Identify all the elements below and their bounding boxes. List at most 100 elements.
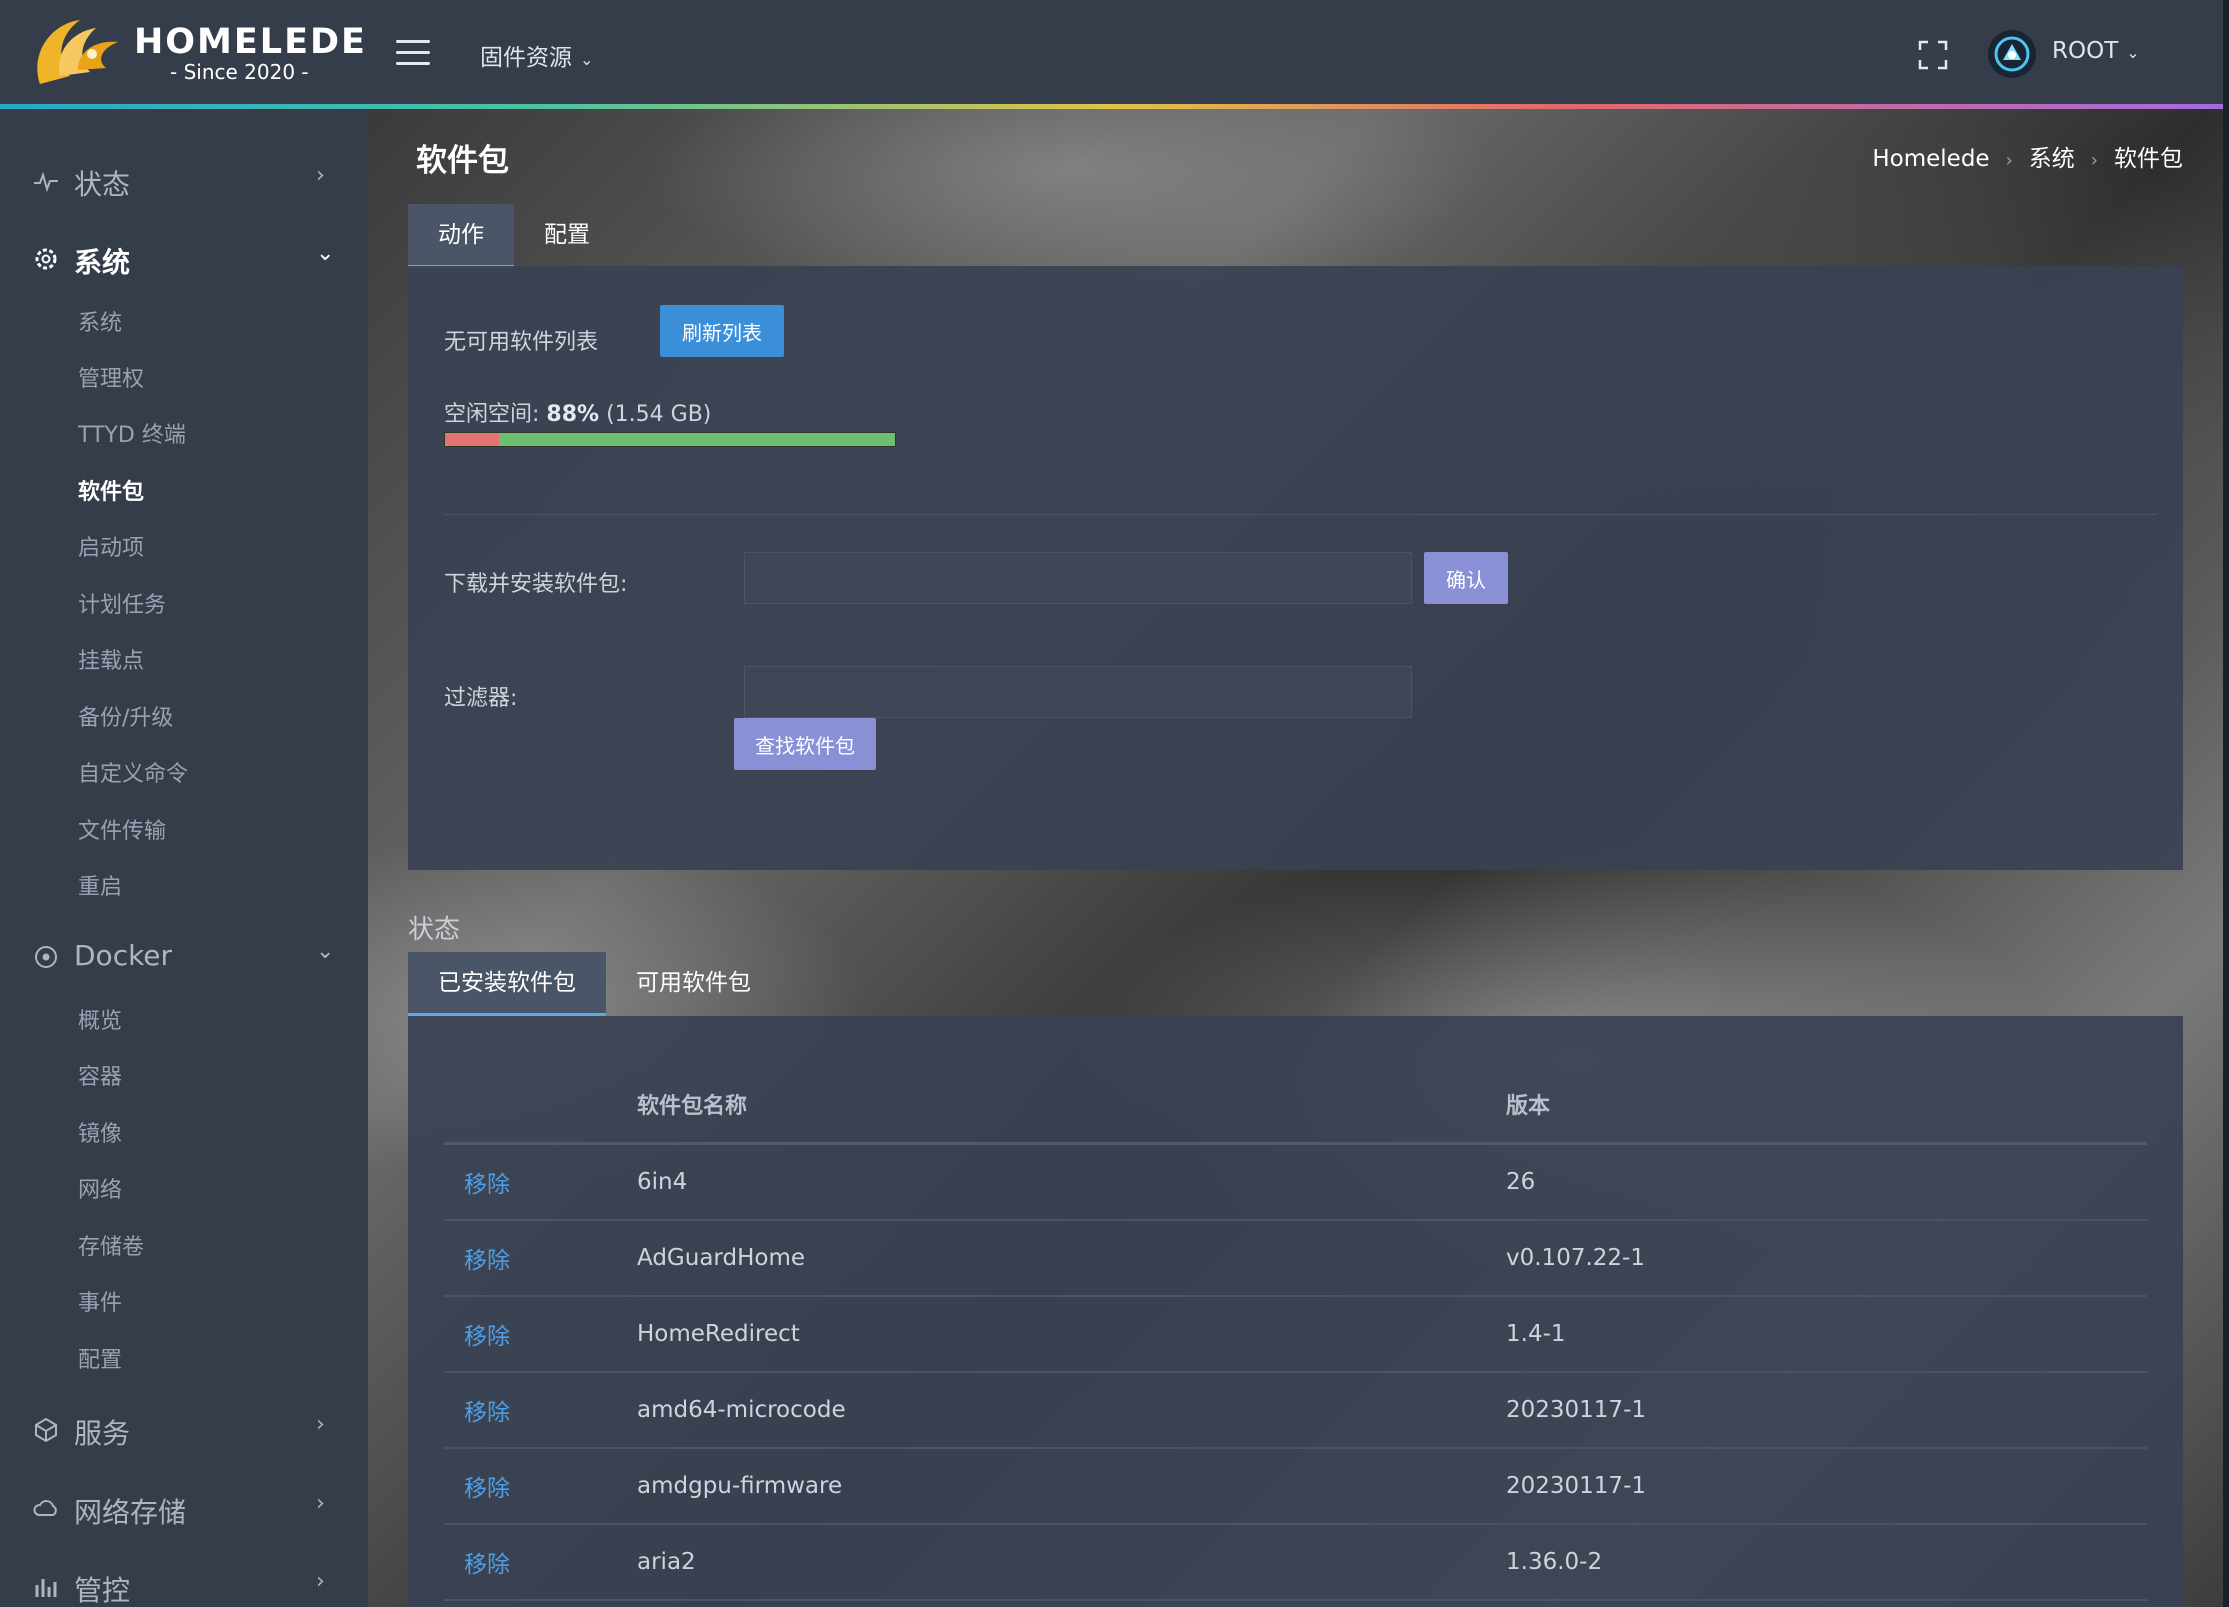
chevron-right-icon: › <box>316 1412 325 1437</box>
package-name: amdgpu-firmware <box>636 1448 1505 1525</box>
sidebar-item-admin[interactable]: 管理权 <box>78 361 144 393</box>
sidebar-item-docker-containers[interactable]: 容器 <box>78 1059 122 1091</box>
chevron-right-icon: › <box>316 1569 325 1594</box>
status-tabs: 已安装软件包 可用软件包 <box>408 952 781 1016</box>
refresh-list-button[interactable]: 刷新列表 <box>660 305 784 357</box>
top-header: HOMELEDE - Since 2020 - 固件资源 ⌄ ROOT ⌄ <box>0 0 2223 104</box>
confirm-install-button[interactable]: 确认 <box>1424 552 1508 604</box>
table-header-version: 版本 <box>1505 1066 2147 1145</box>
chevron-down-icon: ⌄ <box>2126 43 2140 62</box>
scrollbar-track[interactable] <box>2223 0 2229 1607</box>
chevron-down-icon: ⌄ <box>580 50 594 69</box>
table-row: 移除 amd64-microcode 20230117-1 <box>444 1372 2147 1449</box>
table-row: 移除 6in4 26 <box>444 1143 2147 1221</box>
sidebar-item-crontab[interactable]: 计划任务 <box>78 587 166 619</box>
sidebar-item-ttyd[interactable]: TTYD 终端 <box>78 417 186 449</box>
used-space-fill <box>445 433 499 446</box>
find-package-button[interactable]: 查找软件包 <box>734 718 876 770</box>
sidebar-group-docker[interactable]: Docker ⌄ <box>0 931 368 983</box>
tab-config[interactable]: 配置 <box>514 204 620 268</box>
installed-packages-panel: 软件包名称 版本 移除 6in4 26 移除 AdGuardHome v0.107.22-… <box>408 1016 2183 1607</box>
firmware-resources-menu[interactable]: 固件资源 ⌄ <box>480 38 593 72</box>
sidebar-group-system[interactable]: 系统 ⌄ <box>0 233 368 285</box>
cube-icon <box>35 1417 57 1443</box>
tab-available-packages[interactable]: 可用软件包 <box>606 952 781 1016</box>
breadcrumb-item-current: 软件包 <box>2114 146 2183 172</box>
sidebar-group-label: 状态 <box>74 168 131 201</box>
pulse-icon <box>34 171 58 193</box>
sidebar-item-reboot[interactable]: 重启 <box>78 869 122 901</box>
free-space-label: 空闲空间: 88% (1.54 GB) <box>444 396 711 428</box>
free-space-text: 空闲空间: <box>444 402 540 427</box>
sidebar-item-docker-networks[interactable]: 网络 <box>78 1172 122 1204</box>
package-version: 20230117-1 <box>1505 1372 2147 1449</box>
sidebar-item-packages[interactable]: 软件包 <box>78 474 144 506</box>
chevron-right-icon: › <box>2005 150 2013 171</box>
no-package-list-text: 无可用软件列表 <box>444 330 599 355</box>
brand-tagline: - Since 2020 - <box>170 60 309 84</box>
sidebar-item-system[interactable]: 系统 <box>78 305 122 337</box>
package-version: 1.36.0-2 <box>1505 1524 2147 1601</box>
sidebar-item-docker-volumes[interactable]: 存储卷 <box>78 1229 144 1261</box>
sidebar-item-docker-images[interactable]: 镜像 <box>78 1116 122 1148</box>
package-name: HomeRedirect <box>636 1296 1505 1373</box>
remove-package-link[interactable]: 移除 <box>444 1296 636 1373</box>
sidebar-group-nas[interactable]: 网络存储 › <box>0 1483 368 1535</box>
sidebar-group-services[interactable]: 服务 › <box>0 1404 368 1456</box>
sidebar-item-startup[interactable]: 启动项 <box>78 530 144 562</box>
avatar[interactable] <box>1988 30 2036 78</box>
docker-icon <box>35 946 57 968</box>
tab-installed-packages[interactable]: 已安装软件包 <box>408 952 606 1016</box>
sidebar-group-label: 服务 <box>74 1417 131 1450</box>
package-version: 1.4-1 <box>1505 1296 2147 1373</box>
sidebar-group-status[interactable]: 状态 › <box>0 155 368 207</box>
sidebar-item-mounts[interactable]: 挂载点 <box>78 643 144 675</box>
sidebar-item-filetransfer[interactable]: 文件传输 <box>78 813 166 845</box>
user-name: ROOT <box>2052 38 2119 64</box>
tab-actions[interactable]: 动作 <box>408 204 514 268</box>
remove-package-link[interactable]: 移除 <box>444 1448 636 1525</box>
remove-package-link[interactable]: 移除 <box>444 1220 636 1297</box>
install-package-label: 下载并安装软件包: <box>444 572 628 597</box>
divider <box>444 514 2157 515</box>
remove-package-link[interactable]: 移除 <box>444 1143 636 1221</box>
breadcrumb-item-system[interactable]: 系统 <box>2029 146 2075 172</box>
package-name: aria2 <box>636 1524 1505 1601</box>
top-tabs: 动作 配置 <box>408 204 620 268</box>
user-menu[interactable]: ROOT ⌄ <box>2052 38 2140 64</box>
gear-icon <box>35 248 57 270</box>
sidebar-item-docker-overview[interactable]: 概览 <box>78 1003 122 1035</box>
sidebar-item-docker-events[interactable]: 事件 <box>78 1285 122 1317</box>
hamburger-line <box>396 62 430 65</box>
package-name: amd64-microcode <box>636 1372 1505 1449</box>
table-row: 移除 AdGuardHome v0.107.22-1 <box>444 1220 2147 1297</box>
filter-input[interactable] <box>744 666 1412 718</box>
bars-icon <box>35 1579 57 1597</box>
sidebar-item-backup[interactable]: 备份/升级 <box>78 700 173 732</box>
breadcrumb: Homelede › 系统 › 软件包 <box>1872 139 2183 173</box>
fullscreen-icon[interactable] <box>1918 40 1948 70</box>
table-header-name: 软件包名称 <box>636 1066 1505 1145</box>
sidebar-group-label: 管控 <box>74 1574 131 1607</box>
remove-package-link[interactable]: 移除 <box>444 1524 636 1601</box>
breadcrumb-item-home[interactable]: Homelede <box>1872 146 1989 172</box>
hamburger-icon <box>396 40 430 43</box>
table-header-action <box>444 1066 636 1145</box>
chevron-right-icon: › <box>316 163 325 188</box>
packages-table: 软件包名称 版本 移除 6in4 26 移除 AdGuardHome v0.107.22-… <box>444 1066 2147 1601</box>
sidebar-item-docker-config[interactable]: 配置 <box>78 1342 122 1374</box>
table-header-row: 软件包名称 版本 <box>444 1066 2147 1145</box>
free-space-size: (1.54 GB) <box>606 402 712 427</box>
sidebar-group-label: 网络存储 <box>74 1496 187 1529</box>
package-version: 26 <box>1505 1143 2147 1221</box>
sidebar-group-control[interactable]: 管控 › <box>0 1561 368 1607</box>
remove-package-link[interactable]: 移除 <box>444 1372 636 1449</box>
package-version: 20230117-1 <box>1505 1448 2147 1525</box>
chevron-right-icon: › <box>2090 150 2098 171</box>
menu-toggle-button[interactable] <box>396 40 430 68</box>
sidebar: 状态 › 系统 ⌄ 系统 管理权 TTYD 终端 软件包 启动项 计划任务 挂载… <box>0 109 368 1607</box>
sidebar-item-commands[interactable]: 自定义命令 <box>78 756 188 788</box>
free-space-percent: 88% <box>546 402 600 427</box>
status-heading: 状态 <box>408 915 461 945</box>
install-package-input[interactable] <box>744 552 1412 604</box>
